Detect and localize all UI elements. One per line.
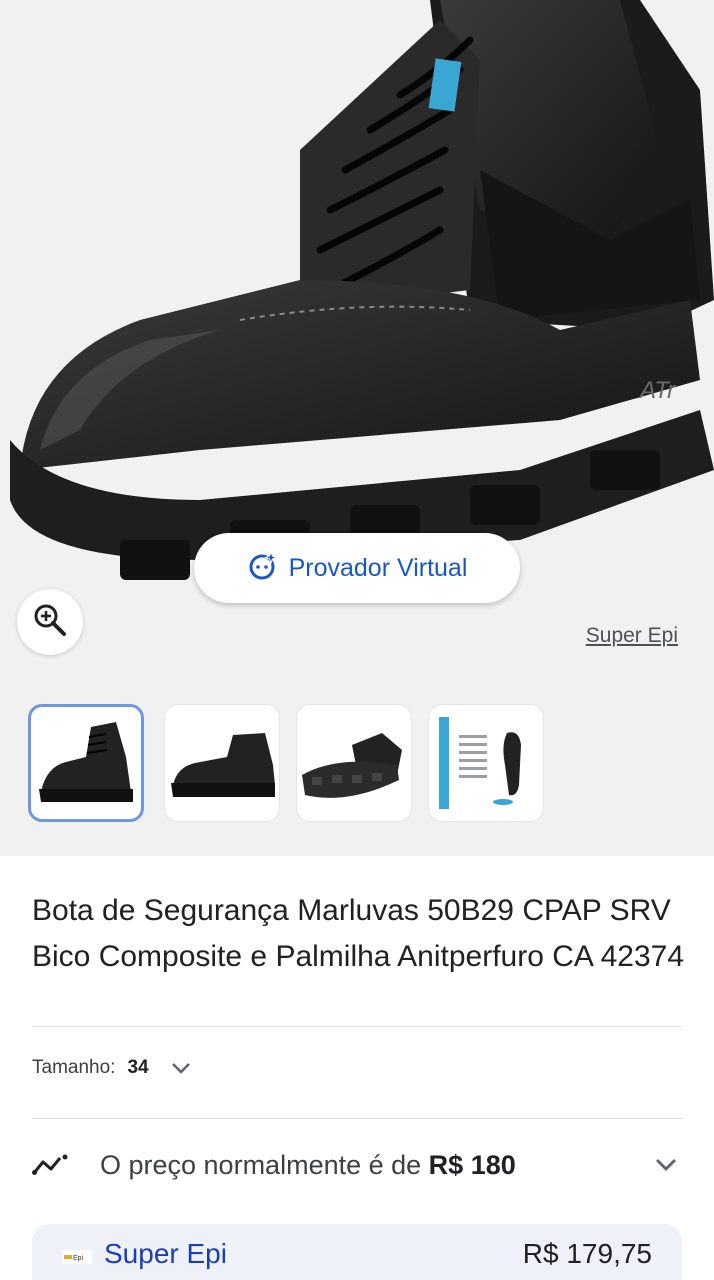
size-selector[interactable]: Tamanho: 34	[32, 1057, 191, 1079]
sparkle-face-icon	[247, 550, 279, 587]
divider	[32, 1026, 682, 1027]
svg-text:ATr: ATr	[638, 377, 676, 404]
zoom-button[interactable]	[17, 589, 83, 655]
chevron-down-icon	[654, 1157, 678, 1173]
virtual-try-on-button[interactable]: Provador Virtual	[194, 533, 520, 603]
price-insight-prefix: O preço normalmente é de	[100, 1149, 429, 1180]
size-label: Tamanho:	[32, 1057, 116, 1078]
trend-line-icon	[32, 1153, 72, 1177]
thumbnail-boot-sole[interactable]	[296, 704, 412, 822]
thumbnail-size-chart[interactable]	[428, 704, 544, 822]
thumbnail-strip	[0, 690, 714, 856]
chevron-down-icon	[171, 1061, 191, 1075]
divider	[32, 1118, 682, 1119]
virtual-try-on-label: Provador Virtual	[288, 553, 468, 582]
store-offer-card[interactable]: Epi Super Epi R$ 179,75	[32, 1224, 682, 1280]
product-image-area: ATr Provador Virtual Super Epi	[0, 0, 714, 690]
price-insight-row[interactable]: O preço normalmente é de R$ 180	[32, 1140, 682, 1190]
price-insight-text: O preço normalmente é de R$ 180	[100, 1150, 516, 1181]
thumbnail-boot-front[interactable]	[28, 704, 144, 822]
store-logo: Epi	[62, 1246, 92, 1268]
offer-price: R$ 179,75	[522, 1238, 652, 1269]
thumbnail-boot-side[interactable]	[164, 704, 280, 822]
typical-price: R$ 180	[428, 1149, 516, 1180]
image-source-link[interactable]: Super Epi	[586, 624, 678, 648]
size-value: 34	[127, 1057, 149, 1078]
store-name[interactable]: Super Epi	[104, 1238, 227, 1270]
product-title: Bota de Segurança Marluvas 50B29 CPAP SR…	[32, 894, 685, 973]
svg-text:Epi: Epi	[73, 1255, 84, 1262]
zoom-in-icon	[32, 602, 68, 643]
